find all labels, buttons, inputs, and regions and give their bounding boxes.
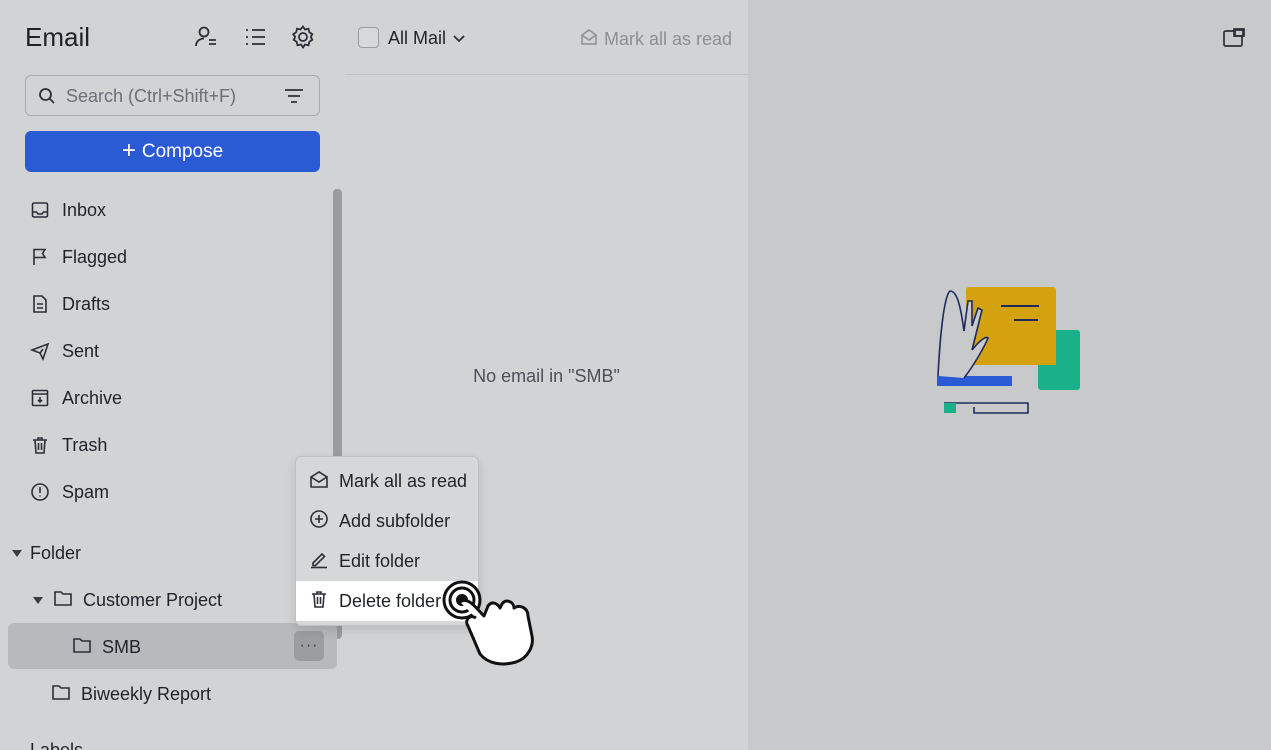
menu-item-mark-all-read[interactable]: Mark all as read xyxy=(296,461,478,501)
sidebar-item-label: Spam xyxy=(62,481,110,502)
mark-all-read-button[interactable]: Mark all as read xyxy=(580,28,732,51)
chevron-down-icon xyxy=(452,28,466,49)
settings-icon[interactable] xyxy=(290,24,316,50)
menu-item-add-subfolder[interactable]: Add subfolder xyxy=(296,501,478,541)
send-icon xyxy=(29,341,50,362)
sidebar-item-label: Inbox xyxy=(62,199,107,220)
folder-label: SMB xyxy=(102,636,142,657)
search-icon xyxy=(38,87,56,105)
sidebar: Email + Compose Inbox Flagged Drafts Sen… xyxy=(0,0,345,750)
sidebar-item-sent[interactable]: Sent xyxy=(29,336,100,366)
folder-header-label: Folder xyxy=(30,542,82,563)
mark-all-read-label: Mark all as read xyxy=(604,29,733,49)
folder-label: Biweekly Report xyxy=(81,683,212,704)
mail-list-toolbar: All Mail Mark all as read xyxy=(345,0,748,75)
sidebar-item-inbox[interactable]: Inbox xyxy=(30,195,106,225)
caret-down-icon xyxy=(12,549,22,557)
sidebar-item-trash[interactable]: Trash xyxy=(30,430,107,460)
menu-item-edit-folder[interactable]: Edit folder xyxy=(296,541,478,581)
list-view-icon[interactable] xyxy=(242,24,268,50)
compose-label: Compose xyxy=(141,140,224,162)
menu-item-label: Mark all as read xyxy=(339,470,468,491)
folder-biweekly-report[interactable]: Biweekly Report xyxy=(51,680,211,708)
menu-item-label: Add subfolder xyxy=(339,510,451,531)
sidebar-item-drafts[interactable]: Drafts xyxy=(30,289,110,319)
contacts-icon[interactable] xyxy=(193,24,219,50)
folder-icon xyxy=(51,683,71,706)
compose-button[interactable]: + Compose xyxy=(25,131,320,172)
labels-section-header[interactable]: Labels xyxy=(30,740,83,750)
trash-icon xyxy=(30,435,50,455)
menu-item-label: Edit folder xyxy=(339,550,421,571)
folder-label: Customer Project xyxy=(83,589,223,610)
flag-icon xyxy=(30,247,50,267)
mail-filter-dropdown[interactable]: All Mail xyxy=(388,28,466,49)
trash-icon xyxy=(309,589,329,614)
caret-down-icon xyxy=(33,596,43,604)
more-options-button[interactable]: ··· xyxy=(294,631,324,661)
inbox-icon xyxy=(30,200,50,220)
pencil-icon xyxy=(309,549,329,574)
popout-window-icon[interactable] xyxy=(1222,27,1246,49)
empty-list-message: No email in "SMB" xyxy=(473,366,620,386)
envelope-open-icon xyxy=(309,469,329,494)
sidebar-item-spam[interactable]: Spam xyxy=(30,477,109,507)
sidebar-item-label: Trash xyxy=(62,434,108,455)
filter-icon[interactable] xyxy=(283,86,305,106)
reading-pane xyxy=(748,0,1271,750)
search-input[interactable] xyxy=(66,84,266,108)
folder-smb[interactable]: SMB xyxy=(72,633,141,661)
sidebar-item-label: Sent xyxy=(62,340,100,361)
sidebar-item-label: Drafts xyxy=(62,293,111,314)
draft-icon xyxy=(30,294,50,314)
sidebar-item-archive[interactable]: Archive xyxy=(30,383,122,413)
folder-icon xyxy=(72,636,92,659)
mail-filter-label: All Mail xyxy=(388,28,447,48)
spam-icon xyxy=(30,482,50,502)
select-all-checkbox[interactable] xyxy=(358,27,379,48)
app-title: Email xyxy=(25,22,91,52)
folder-section-header[interactable]: Folder xyxy=(12,540,81,566)
plus-circle-icon xyxy=(309,509,329,534)
folder-customer-project[interactable]: Customer Project xyxy=(33,586,222,614)
archive-icon xyxy=(30,388,50,408)
sidebar-item-label: Archive xyxy=(62,387,123,408)
sidebar-item-flagged[interactable]: Flagged xyxy=(30,242,127,272)
envelope-open-icon xyxy=(580,28,598,51)
folder-smb-row[interactable] xyxy=(8,623,337,669)
menu-item-label: Delete folder xyxy=(339,590,442,611)
plus-icon: + xyxy=(121,136,136,164)
folder-icon xyxy=(53,589,73,612)
empty-state-illustration xyxy=(936,286,1086,421)
search-box xyxy=(25,75,320,116)
sidebar-item-label: Flagged xyxy=(62,246,128,267)
hand-pointer-icon xyxy=(438,580,553,668)
